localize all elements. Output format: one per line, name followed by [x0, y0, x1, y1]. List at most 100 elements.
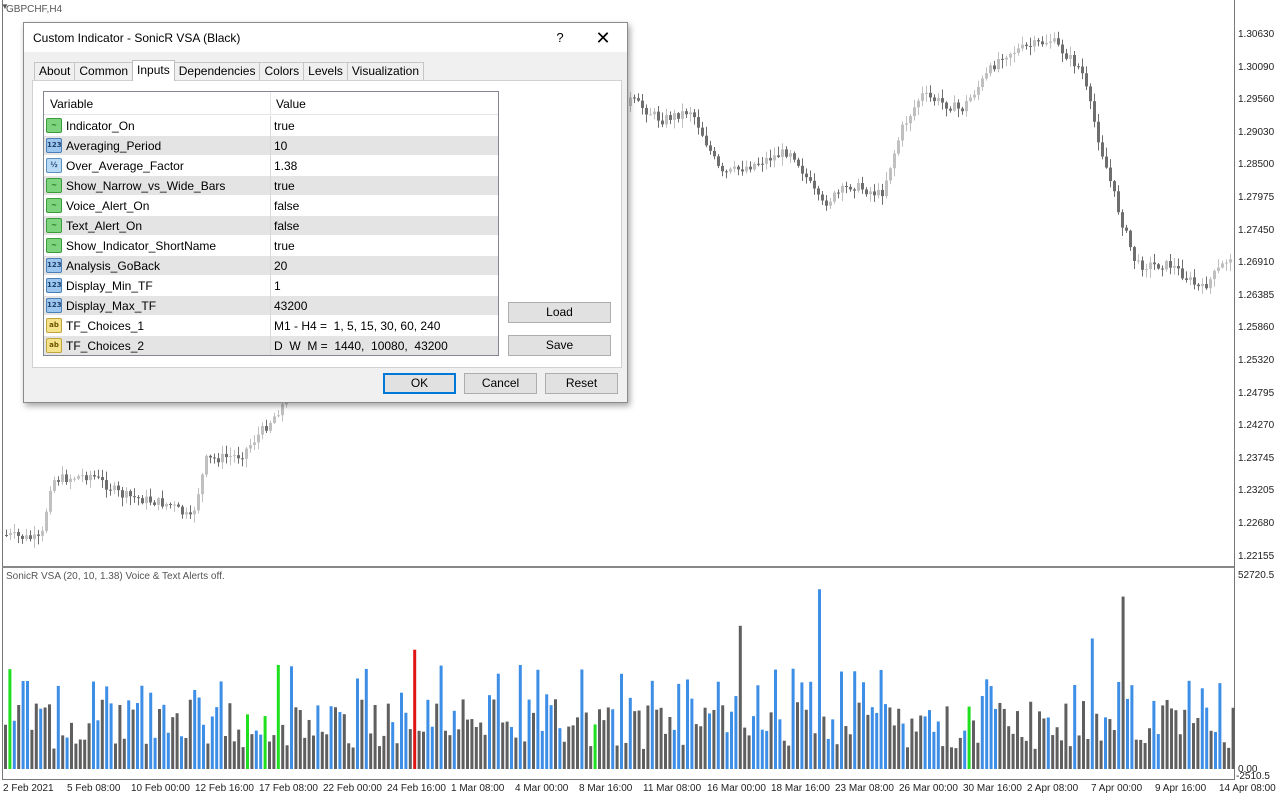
volume-bar	[26, 681, 29, 769]
candle-body	[749, 166, 752, 170]
help-button[interactable]: ?	[546, 26, 574, 50]
volume-bar	[1011, 733, 1015, 769]
dialog-title-bar[interactable]: Custom Indicator - SonicR VSA (Black) ? …	[24, 23, 627, 52]
volume-bar	[276, 664, 280, 769]
tab-levels[interactable]: Levels	[303, 62, 348, 81]
tab-inputs[interactable]: Inputs	[132, 60, 175, 81]
volume-bar	[444, 730, 447, 769]
table-row[interactable]: ~ Show_Indicator_ShortName true	[44, 236, 498, 256]
volume-bar	[840, 671, 843, 769]
cell-divider	[270, 236, 271, 256]
table-row[interactable]: ½ Over_Average_Factor 1.38	[44, 156, 498, 176]
variable-value[interactable]: true	[274, 239, 295, 253]
table-row[interactable]: ~ Indicator_On true	[44, 116, 498, 136]
candle-body	[701, 127, 704, 136]
candle-body	[233, 455, 236, 457]
candle-body	[1065, 53, 1068, 59]
table-row[interactable]: ~ Text_Alert_On false	[44, 216, 498, 236]
candle-body	[973, 94, 976, 98]
volume-bar	[615, 745, 619, 769]
volume-bar	[686, 679, 689, 769]
column-header-variable[interactable]: Variable	[50, 97, 93, 111]
tab-common[interactable]: Common	[74, 62, 134, 81]
candle-body	[109, 489, 112, 491]
candle-body	[641, 100, 644, 108]
cell-divider	[270, 136, 271, 156]
variable-value[interactable]: 43200	[274, 299, 307, 313]
volume-bar	[391, 722, 395, 769]
variable-value[interactable]: D W M = 1440, 10080, 43200	[274, 339, 448, 353]
volume-bar	[312, 735, 315, 769]
volume-bar	[197, 697, 201, 769]
candle-body	[217, 458, 220, 463]
tab-about[interactable]: About	[34, 62, 76, 81]
variable-name: Over_Average_Factor	[66, 159, 184, 173]
load-button[interactable]: Load	[508, 302, 611, 323]
save-button[interactable]: Save	[508, 335, 611, 356]
volume-bar	[501, 722, 505, 769]
volume-bar	[202, 724, 205, 769]
candle-body	[45, 511, 48, 531]
candle-body	[1073, 55, 1076, 67]
tab-dependencies[interactable]: Dependencies	[173, 62, 261, 81]
volume-bar	[642, 748, 645, 769]
volume-bar	[822, 716, 826, 769]
close-icon[interactable]: ✕	[586, 26, 620, 50]
candle-body	[209, 455, 212, 458]
candle-body	[1197, 284, 1200, 287]
volume-bar	[96, 720, 100, 769]
cell-divider	[270, 156, 271, 176]
table-row[interactable]: ~ Show_Narrow_vs_Wide_Bars true	[44, 176, 498, 196]
tab-visualization[interactable]: Visualization	[346, 62, 425, 81]
candle-body	[1153, 262, 1156, 265]
volume-bar	[967, 706, 971, 769]
volume-chart[interactable]	[0, 567, 1280, 780]
variable-value[interactable]: 1	[274, 279, 281, 293]
candle-body	[205, 455, 208, 475]
table-row[interactable]: 123 Display_Min_TF 1	[44, 276, 498, 296]
variable-value[interactable]: 20	[274, 259, 287, 273]
cancel-button[interactable]: Cancel	[464, 373, 537, 394]
column-header-value[interactable]: Value	[276, 97, 306, 111]
tab-colors[interactable]: Colors	[259, 62, 305, 81]
candle-body	[781, 149, 784, 157]
variable-value[interactable]: false	[274, 219, 299, 233]
price-axis-label: 1.27975	[1238, 192, 1275, 203]
table-row[interactable]: ab TF_Choices_2 D W M = 1440, 10080, 43200	[44, 336, 498, 355]
candle-body	[1229, 259, 1232, 263]
variable-value[interactable]: false	[274, 199, 299, 213]
volume-bar	[708, 713, 711, 769]
candle-body	[253, 442, 256, 446]
reset-button[interactable]: Reset	[545, 373, 618, 394]
candle-body	[889, 168, 892, 181]
time-axis-label: 22 Feb 00:00	[323, 783, 382, 794]
chart-menu-arrow-icon[interactable]: ▼	[1, 2, 9, 11]
cell-divider	[270, 196, 271, 216]
column-divider[interactable]	[270, 92, 271, 115]
table-row[interactable]: ~ Voice_Alert_On false	[44, 196, 498, 216]
table-row[interactable]: ab TF_Choices_1 M1 - H4 = 1, 5, 15, 30, 60…	[44, 316, 498, 336]
volume-bar	[1134, 739, 1138, 769]
variable-value[interactable]: true	[274, 119, 295, 133]
variable-value[interactable]: true	[274, 179, 295, 193]
table-row[interactable]: 123 Averaging_Period 10	[44, 136, 498, 156]
variable-value[interactable]: 1.38	[274, 159, 297, 173]
time-axis[interactable]: 2 Feb 2021 5 Feb 08:00 10 Feb 00:00 12 Feb …	[0, 780, 1280, 800]
volume-bar	[316, 705, 320, 769]
volume-bar	[364, 668, 368, 769]
volume-bar	[307, 719, 311, 769]
candle-body	[765, 157, 768, 164]
variable-value[interactable]: M1 - H4 = 1, 5, 15, 30, 60, 240	[274, 319, 440, 333]
volume-bar	[879, 669, 883, 769]
volume-bar	[998, 702, 1002, 769]
table-row[interactable]: 123 Analysis_GoBack 20	[44, 256, 498, 276]
volume-bar	[237, 729, 241, 769]
table-row[interactable]: 123 Display_Max_TF 43200	[44, 296, 498, 316]
volume-bar	[1187, 680, 1191, 769]
time-axis-label: 24 Feb 16:00	[387, 783, 446, 794]
variable-value[interactable]: 10	[274, 139, 287, 153]
bool-type-icon: ~	[46, 118, 62, 133]
volume-bar	[1200, 688, 1204, 769]
ok-button[interactable]: OK	[383, 373, 456, 394]
volume-bar	[743, 727, 747, 769]
